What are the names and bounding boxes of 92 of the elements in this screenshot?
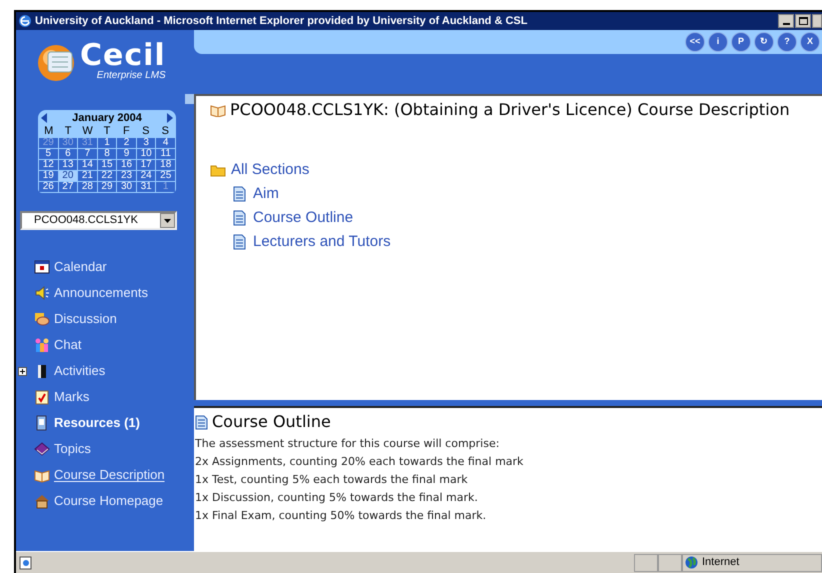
weekday-label: M — [43, 125, 54, 138]
logo-tagline: Enterprise LMS — [96, 71, 166, 81]
calendar-day[interactable]: 18 — [156, 160, 175, 170]
calendar-day[interactable]: 21 — [78, 171, 97, 181]
weekday-label: S — [160, 125, 170, 138]
weekday-label: T — [64, 125, 72, 138]
weekday-label: F — [122, 125, 131, 138]
calendar-day[interactable]: 28 — [78, 182, 97, 192]
body-text: The assessment structure for this course will comprise: — [195, 436, 500, 452]
calendar-day[interactable]: 2 — [117, 138, 136, 148]
collapse-handle[interactable] — [185, 94, 194, 104]
globe-icon — [685, 556, 698, 569]
document-icon — [195, 414, 208, 430]
minimize-button[interactable] — [778, 14, 794, 28]
calendar-day[interactable]: 1 — [98, 138, 116, 148]
toolbar-button[interactable]: ? — [777, 32, 797, 52]
page-title: PCOO048.CCLS1YK: (Obtaining a Driver's Licence) Course Description — [230, 100, 790, 120]
document-icon — [232, 210, 248, 226]
zone-label: Internet — [702, 555, 740, 570]
window-title: University of Auckland - Microsoft Internet Explorer provided by University of Auckland & CSL — [35, 14, 528, 29]
nav-link[interactable]: Course Description — [54, 465, 165, 485]
nav-link[interactable]: Discussion — [54, 309, 117, 329]
calendar-day[interactable]: 22 — [98, 171, 116, 181]
nav-link[interactable]: Chat — [54, 335, 82, 355]
calendar-day[interactable]: 19 — [39, 171, 58, 181]
calendar-day[interactable]: 11 — [156, 149, 175, 159]
nav-link[interactable]: Topics — [54, 439, 91, 459]
section-title: Course Outline — [212, 411, 331, 433]
body-text: 1x Discussion, counting 5% towards the final mark. — [195, 490, 479, 506]
weekday-label: S — [141, 125, 151, 138]
calendar-day[interactable]: 30 — [117, 182, 136, 192]
nav-link[interactable]: Resources (1) — [54, 413, 140, 433]
calendar-icon — [34, 259, 50, 275]
calendar-day[interactable]: 29 — [98, 182, 116, 192]
page-icon — [19, 556, 33, 570]
maximize-button[interactable] — [795, 14, 811, 28]
nav-link[interactable]: Announcements — [54, 283, 148, 303]
body-text: 1x Final Exam, counting 50% towards the final mark. — [195, 508, 488, 524]
tree-link[interactable]: Course Outline — [253, 206, 354, 230]
body-text: 1x Test, counting 5% each towards the final mark — [195, 472, 469, 488]
nav-link[interactable]: Calendar — [54, 257, 107, 277]
calendar-month: January 2004 — [72, 110, 142, 126]
speaker-icon — [34, 285, 50, 301]
calendar-day[interactable]: 4 — [156, 138, 175, 148]
calendar-day[interactable]: 16 — [117, 160, 136, 170]
calendar-day[interactable]: 10 — [136, 149, 156, 159]
toolbar-button[interactable]: P — [731, 32, 751, 52]
logo-name: Cecil — [80, 41, 166, 71]
tree-link[interactable]: Lecturers and Tutors — [253, 230, 391, 254]
tree-link[interactable]: Aim — [253, 182, 279, 206]
document-icon — [232, 234, 248, 250]
calendar-day[interactable]: 12 — [39, 160, 58, 170]
open-book-icon — [210, 103, 226, 117]
calendar-day[interactable]: 26 — [39, 182, 58, 192]
body-text: 2x Assignments, counting 20% each towards the final mark — [195, 454, 524, 470]
calendar-day[interactable]: 8 — [98, 149, 116, 159]
people-icon — [34, 337, 50, 353]
calendar-day[interactable]: 3 — [136, 138, 156, 148]
calendar-day[interactable]: 27 — [58, 182, 78, 192]
next-month-icon[interactable] — [167, 113, 173, 123]
calendar-day[interactable]: 9 — [117, 149, 136, 159]
nav-link[interactable]: Marks — [54, 387, 90, 407]
nav-link[interactable]: Activities — [54, 361, 106, 381]
toolbar-button[interactable]: ↻ — [754, 32, 774, 52]
calendar-day[interactable]: 17 — [136, 160, 156, 170]
calendar-day[interactable]: 25 — [156, 171, 175, 181]
tree-link[interactable]: All Sections — [231, 158, 310, 182]
course-dropdown[interactable]: PCOO048.CCLS1YK — [20, 211, 177, 230]
previous-month-icon[interactable] — [41, 113, 47, 123]
calendar-day[interactable]: 31 — [136, 182, 156, 192]
calendar-day[interactable]: 14 — [78, 160, 97, 170]
calendar-day[interactable]: 7 — [78, 149, 97, 159]
calendar-day[interactable]: 23 — [117, 171, 136, 181]
toolbar-button[interactable]: << — [685, 32, 705, 52]
calendar-day[interactable]: 6 — [58, 149, 78, 159]
expand-icon[interactable] — [18, 366, 27, 376]
toolbar-button[interactable]: i — [708, 32, 728, 52]
status-panel — [634, 554, 658, 572]
calendar-day[interactable]: 20 — [58, 171, 78, 181]
weekday-label: W — [81, 125, 94, 138]
toolbar-button[interactable]: X — [800, 32, 820, 52]
calendar-day[interactable]: 24 — [136, 171, 156, 181]
house-icon — [34, 493, 50, 509]
browser-icon — [18, 14, 32, 28]
calendar-day[interactable]: 5 — [39, 149, 58, 159]
speech-bubble-icon — [34, 311, 50, 327]
nav-link[interactable]: Course Homepage — [54, 491, 164, 511]
calendar-day[interactable]: 15 — [98, 160, 116, 170]
calendar-day[interactable]: 13 — [58, 160, 78, 170]
checkmark-icon — [34, 389, 50, 405]
weekday-label: T — [102, 125, 112, 138]
document-icon — [232, 186, 248, 202]
